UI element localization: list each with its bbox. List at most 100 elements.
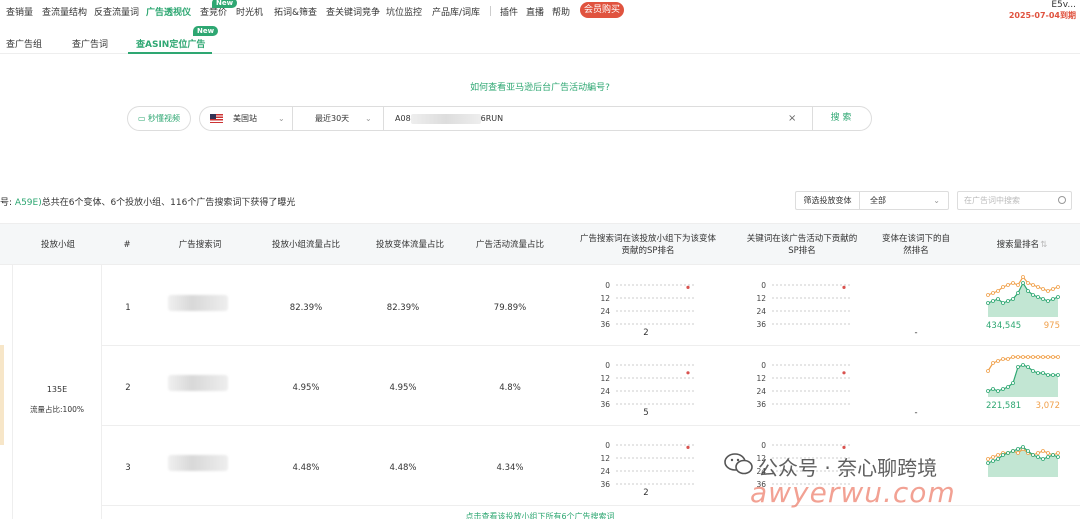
nav-item-product-library[interactable]: 产品库/词库: [432, 5, 480, 18]
search-volume-point[interactable]: [1016, 447, 1020, 451]
search-volume-point[interactable]: [1056, 295, 1060, 299]
search-volume-point[interactable]: [1026, 449, 1030, 453]
search-volume-point[interactable]: [1041, 449, 1045, 453]
search-volume-point[interactable]: [1021, 281, 1025, 285]
search-volume-point[interactable]: [1051, 287, 1055, 291]
search-volume-point[interactable]: [991, 361, 995, 365]
search-volume-point[interactable]: [991, 299, 995, 303]
clear-icon[interactable]: ×: [788, 107, 796, 130]
search-volume-point[interactable]: [1041, 457, 1045, 461]
search-volume-point[interactable]: [1011, 449, 1015, 453]
col-variant-share[interactable]: 投放变体流量占比: [360, 224, 460, 266]
tab-ad-keyword[interactable]: 查广告词: [72, 37, 108, 50]
tab-asin-targeting[interactable]: 查ASIN定位广告: [136, 37, 205, 50]
side-panel-tab[interactable]: [0, 345, 4, 445]
nav-item-time-machine[interactable]: 时光机: [236, 5, 263, 18]
search-volume-point[interactable]: [1056, 373, 1060, 377]
sort-icon[interactable]: ⇅: [1040, 239, 1047, 251]
search-volume-point[interactable]: [1026, 281, 1030, 285]
search-volume-point[interactable]: [1006, 357, 1010, 361]
search-volume-point[interactable]: [1031, 453, 1035, 457]
nav-item-help[interactable]: 帮助: [552, 5, 570, 18]
search-volume-point[interactable]: [1051, 373, 1055, 377]
nav-item-keyword-expand[interactable]: 拓词&筛查: [274, 5, 317, 18]
col-campaign-share[interactable]: 广告活动流量占比: [460, 224, 560, 266]
search-volume-point[interactable]: [1036, 455, 1040, 459]
search-volume-point[interactable]: [1016, 283, 1020, 287]
search-volume-point[interactable]: [1046, 455, 1050, 459]
vip-purchase-button[interactable]: 会员购买: [580, 2, 624, 18]
rank-dot[interactable]: [842, 285, 846, 289]
search-volume-point[interactable]: [1031, 369, 1035, 373]
help-link[interactable]: 如何查看亚马逊后台广告活动編号?: [0, 80, 1080, 93]
rank-dot[interactable]: [686, 285, 690, 289]
search-volume-point[interactable]: [1046, 373, 1050, 377]
redacted-search-term[interactable]: [168, 375, 228, 391]
search-volume-point[interactable]: [1011, 381, 1015, 385]
redacted-search-term[interactable]: [168, 455, 228, 471]
nav-item-keyword-competition[interactable]: 查关键词竞争: [326, 5, 380, 18]
search-volume-point[interactable]: [1041, 371, 1045, 375]
search-volume-point[interactable]: [1016, 451, 1020, 455]
search-volume-point[interactable]: [1006, 385, 1010, 389]
search-volume-point[interactable]: [1006, 451, 1010, 455]
search-button[interactable]: 搜 索: [811, 107, 871, 130]
search-volume-point[interactable]: [996, 389, 1000, 393]
search-volume-point[interactable]: [1041, 287, 1045, 291]
video-tutorial-button[interactable]: ▭ 秒懂视频: [127, 106, 191, 131]
search-volume-point[interactable]: [991, 387, 995, 391]
search-volume-point[interactable]: [1016, 355, 1020, 359]
search-volume-point[interactable]: [1046, 451, 1050, 455]
search-volume-point[interactable]: [986, 389, 990, 393]
view-all-keywords-link[interactable]: 点击查看该投放小组下所有6个广告搜索词: [0, 511, 1080, 519]
nav-item-slot-monitor[interactable]: 坑位监控: [386, 5, 422, 18]
search-volume-point[interactable]: [996, 359, 1000, 363]
search-volume-point[interactable]: [1026, 289, 1030, 293]
search-volume-point[interactable]: [991, 459, 995, 463]
search-volume-point[interactable]: [1006, 299, 1010, 303]
search-volume-point[interactable]: [1021, 355, 1025, 359]
search-volume-point[interactable]: [1001, 301, 1005, 305]
search-volume-point[interactable]: [1041, 355, 1045, 359]
search-volume-point[interactable]: [986, 369, 990, 373]
search-volume-point[interactable]: [1026, 365, 1030, 369]
search-volume-point[interactable]: [1001, 285, 1005, 289]
search-volume-point[interactable]: [1001, 453, 1005, 457]
search-volume-point[interactable]: [1026, 355, 1030, 359]
search-volume-point[interactable]: [996, 453, 1000, 457]
search-volume-point[interactable]: [996, 457, 1000, 461]
search-volume-point[interactable]: [991, 291, 995, 295]
search-volume-point[interactable]: [1011, 355, 1015, 359]
asin-input[interactable]: A08 6RUN: [395, 107, 503, 130]
search-volume-point[interactable]: [1031, 293, 1035, 297]
search-volume-point[interactable]: [1036, 451, 1040, 455]
rank-dot[interactable]: [686, 371, 690, 375]
search-volume-point[interactable]: [1056, 455, 1060, 459]
search-volume-point[interactable]: [1046, 299, 1050, 303]
search-icon[interactable]: [1058, 196, 1066, 204]
search-volume-point[interactable]: [1036, 371, 1040, 375]
search-volume-point[interactable]: [1011, 281, 1015, 285]
keyword-search-input[interactable]: 在广告词中搜索: [957, 191, 1072, 210]
search-volume-point[interactable]: [1046, 289, 1050, 293]
search-volume-point[interactable]: [1016, 365, 1020, 369]
nav-item-sales[interactable]: 查销量: [6, 5, 33, 18]
variant-filter-select[interactable]: 全部 ⌄: [859, 191, 949, 210]
search-volume-point[interactable]: [991, 455, 995, 459]
nav-item-live[interactable]: 直播: [526, 5, 544, 18]
search-volume-point[interactable]: [1056, 451, 1060, 455]
tab-ad-group[interactable]: 查广告组: [6, 37, 42, 50]
search-volume-point[interactable]: [986, 457, 990, 461]
search-volume-point[interactable]: [1031, 355, 1035, 359]
rank-dot[interactable]: [842, 371, 846, 375]
search-volume-point[interactable]: [986, 301, 990, 305]
nav-item-ad-insight[interactable]: 广告透视仪: [146, 5, 191, 18]
search-volume-point[interactable]: [996, 289, 1000, 293]
search-volume-point[interactable]: [1001, 387, 1005, 391]
search-volume-point[interactable]: [986, 293, 990, 297]
search-volume-point[interactable]: [1031, 283, 1035, 287]
search-volume-point[interactable]: [1056, 355, 1060, 359]
col-group-share[interactable]: 投放小组流量占比: [256, 224, 356, 266]
search-volume-point[interactable]: [1001, 357, 1005, 361]
redacted-search-term[interactable]: [168, 295, 228, 311]
